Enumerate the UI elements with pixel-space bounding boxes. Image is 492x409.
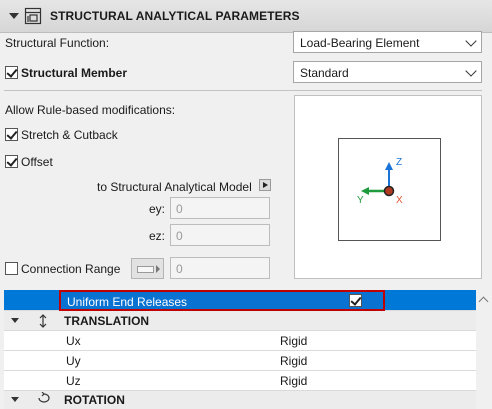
panel-header[interactable]: STRUCTURAL ANALYTICAL PARAMETERS — [0, 0, 492, 33]
structural-function-label: Structural Function: — [5, 36, 110, 50]
offset-checkbox[interactable] — [5, 155, 18, 168]
chevron-down-icon — [465, 65, 477, 77]
ey-field[interactable]: 0 — [170, 197, 270, 219]
checkmark-icon — [6, 128, 18, 140]
panel-title: STRUCTURAL ANALYTICAL PARAMETERS — [50, 9, 300, 23]
connection-range-mode-button[interactable] — [131, 258, 164, 279]
range-bar-icon — [137, 266, 154, 273]
axis-x-label: X — [396, 195, 403, 206]
translation-label: TRANSLATION — [64, 314, 150, 328]
checkmark-icon — [6, 155, 18, 167]
connection-range-label: Connection Range — [21, 262, 121, 276]
translation-group-row[interactable]: TRANSLATION — [4, 311, 476, 331]
scroll-up-icon[interactable] — [478, 296, 489, 307]
uniform-end-releases-label: Uniform End Releases — [67, 295, 188, 309]
structural-function-select[interactable]: Load-Bearing Element — [293, 31, 482, 53]
param-name: Uz — [66, 374, 81, 388]
param-value: Rigid — [280, 374, 308, 388]
axis-z-label: Z — [396, 157, 403, 168]
structural-member-select[interactable]: Standard — [293, 61, 482, 83]
structural-member-checkbox[interactable] — [5, 66, 18, 79]
checkmark-icon — [6, 66, 18, 78]
structural-function-value: Load-Bearing Element — [300, 36, 420, 50]
chevron-down-icon — [465, 35, 477, 47]
table-row[interactable]: Ux Rigid — [4, 331, 476, 351]
structural-member-label: Structural Member — [21, 66, 128, 80]
stretch-cutback-checkbox[interactable] — [5, 128, 18, 141]
table-row[interactable]: Uz Rigid — [4, 371, 476, 391]
stretch-cutback-label: Stretch & Cutback — [21, 128, 118, 142]
offset-label: Offset — [21, 155, 53, 169]
collapse-triangle-icon[interactable] — [9, 13, 19, 19]
axis-y-label: Y — [357, 195, 364, 206]
play-arrow-icon — [263, 182, 268, 188]
ey-label: ey: — [149, 202, 166, 216]
ez-value: 0 — [176, 229, 183, 243]
preview-panel: Z Y X — [294, 95, 482, 279]
ez-label: ez: — [149, 229, 166, 243]
param-value: Rigid — [280, 334, 308, 348]
axis-gizmo — [361, 162, 395, 197]
to-model-arrow-button[interactable] — [259, 179, 271, 191]
vertical-arrows-icon — [38, 313, 48, 329]
rotation-group-row[interactable]: ROTATION — [4, 391, 476, 409]
table-row[interactable]: Uy Rigid — [4, 351, 476, 371]
ez-field[interactable]: 0 — [170, 224, 270, 246]
param-name: Uy — [66, 354, 81, 368]
structural-panel-icon — [24, 7, 42, 25]
connection-range-checkbox[interactable] — [5, 262, 18, 275]
param-value: Rigid — [280, 354, 308, 368]
checkmark-icon — [350, 294, 362, 306]
uniform-end-releases-row[interactable]: Uniform End Releases — [4, 290, 476, 311]
play-arrow-icon — [156, 265, 160, 273]
highlight-box: Uniform End Releases — [59, 290, 385, 311]
ey-value: 0 — [176, 202, 183, 216]
param-name: Ux — [66, 334, 81, 348]
structural-member-value: Standard — [300, 66, 349, 80]
connection-range-value: 0 — [176, 262, 183, 276]
collapse-triangle-icon[interactable] — [11, 318, 19, 323]
rotation-arrow-icon — [36, 391, 52, 406]
table-scrollbar[interactable] — [476, 290, 492, 409]
rotation-label: ROTATION — [64, 393, 125, 407]
divider — [4, 90, 482, 91]
uniform-end-releases-checkbox[interactable] — [349, 294, 362, 307]
to-analytical-model-label: to Structural Analytical Model — [97, 180, 252, 194]
connection-range-field[interactable]: 0 — [170, 257, 270, 279]
rule-based-label: Allow Rule-based modifications: — [5, 103, 176, 117]
collapse-triangle-icon[interactable] — [11, 397, 19, 402]
